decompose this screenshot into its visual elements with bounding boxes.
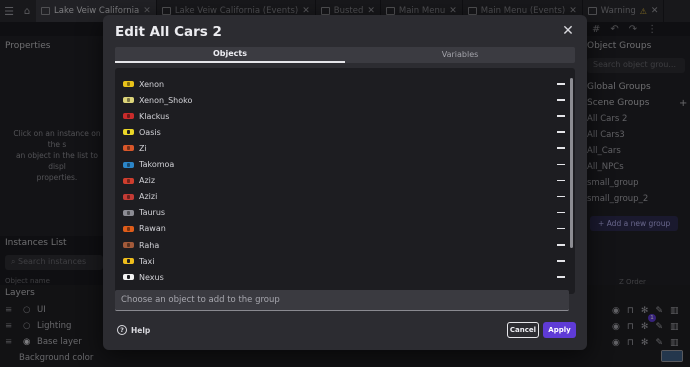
edit-group-dialog: Edit All Cars 2 ✕ Objects Variables Xeno… [103,15,587,350]
remove-object-icon[interactable] [557,276,565,278]
remove-object-icon[interactable] [557,163,565,165]
car-thumbnail-icon [123,209,134,216]
object-name: Xenon [139,79,165,89]
car-thumbnail-icon [123,113,134,120]
object-row[interactable]: Klackus [115,108,565,124]
group-objects-list: Xenon Xenon_Shoko Klackus Oasis Zi Takomoa Azi… [115,68,575,294]
tab-variables[interactable]: Variables [345,47,575,63]
object-name: Taurus [139,208,166,218]
object-row[interactable]: Xenon [115,76,565,92]
objects-list-body: Xenon Xenon_Shoko Klackus Oasis Zi Takomoa Azi… [115,68,565,294]
car-thumbnail-icon [123,177,134,184]
object-row[interactable]: Taurus [115,205,565,221]
remove-object-icon[interactable] [557,115,565,117]
dialog-title: Edit All Cars 2 [115,24,222,40]
car-thumbnail-icon [123,258,134,265]
object-name: Taxi [139,256,155,266]
object-row[interactable]: Zi [115,140,565,156]
apply-button[interactable]: Apply [543,322,576,338]
object-name: Xenon_Shoko [139,95,193,105]
remove-object-icon[interactable] [557,99,565,101]
car-thumbnail-icon [123,274,134,281]
remove-object-icon[interactable] [557,83,565,85]
object-name: Azizi [139,192,158,202]
object-name: Oasis [139,127,161,137]
choose-object-placeholder: Choose an object to add to the group [121,295,280,305]
object-name: Zi [139,143,147,153]
object-row[interactable]: Taxi [115,253,565,269]
car-thumbnail-icon [123,161,134,168]
car-thumbnail-icon [123,129,134,136]
object-row[interactable]: Aziz [115,173,565,189]
remove-object-icon[interactable] [557,147,565,149]
remove-object-icon[interactable] [557,260,565,262]
tab-objects[interactable]: Objects [115,47,345,63]
remove-object-icon[interactable] [557,131,565,133]
help-label: Help [131,325,151,335]
car-thumbnail-icon [123,242,134,248]
object-row[interactable]: Takomoa [115,157,565,173]
remove-object-icon[interactable] [557,211,565,214]
object-name: Nexus [139,272,164,282]
car-thumbnail-icon [123,81,134,87]
close-icon[interactable]: ✕ [561,24,575,38]
object-name: Takomoa [139,160,175,169]
list-scrollbar[interactable] [570,78,573,248]
remove-object-icon[interactable] [557,179,565,182]
dialog-tabs: Objects Variables [115,47,575,63]
help-icon: ? [117,325,127,335]
car-thumbnail-icon [123,193,134,200]
remove-object-icon[interactable] [557,227,565,230]
object-name: Raha [139,240,160,250]
object-row[interactable]: Raha [115,237,565,253]
cancel-button[interactable]: Cancel [507,322,539,338]
object-row[interactable]: Xenon_Shoko [115,92,565,108]
object-row[interactable]: Oasis [115,124,565,140]
remove-object-icon[interactable] [557,244,565,246]
remove-object-icon[interactable] [557,195,565,198]
object-name: Klackus [139,111,170,121]
object-row[interactable]: Azizi [115,189,565,205]
object-name: Aziz [139,176,156,186]
object-row[interactable]: Nexus [115,269,565,285]
choose-object-input[interactable]: Choose an object to add to the group [115,290,569,311]
car-thumbnail-icon [123,145,134,152]
object-row[interactable]: Rawan [115,221,565,237]
car-thumbnail-icon [123,97,134,104]
help-button[interactable]: ? Help [117,325,150,335]
object-name: Rawan [139,224,166,234]
car-thumbnail-icon [123,225,134,232]
